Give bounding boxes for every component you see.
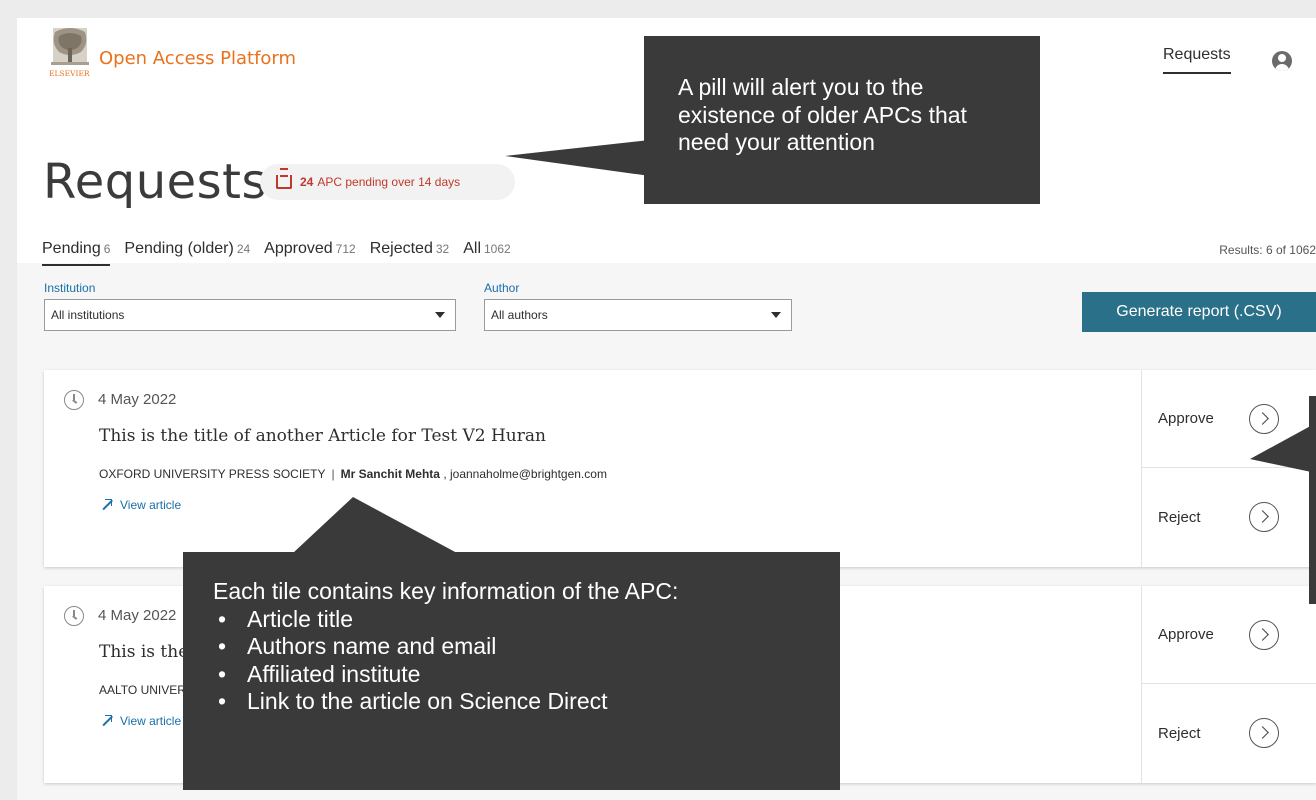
institution-select[interactable]: All institutions bbox=[44, 299, 456, 331]
author-name: Mr Sanchit Mehta bbox=[340, 467, 440, 481]
clock-icon bbox=[64, 606, 84, 626]
pill-callout-text: A pill will alert you to the existence o… bbox=[678, 74, 967, 156]
institution-filter: Institution All institutions bbox=[44, 281, 456, 331]
chevron-down-icon bbox=[771, 312, 781, 318]
author-value: All authors bbox=[491, 308, 548, 322]
pill-text: APC pending over 14 days bbox=[317, 175, 461, 189]
reject-label: Reject bbox=[1158, 724, 1201, 742]
request-date: 4 May 2022 bbox=[98, 391, 177, 408]
chevron-right-icon bbox=[1249, 619, 1279, 650]
view-article-link[interactable]: View article bbox=[100, 498, 181, 512]
clock-icon bbox=[64, 390, 84, 410]
request-tile: 4 May 2022 This is the title of another … bbox=[44, 370, 1316, 567]
user-avatar-icon[interactable] bbox=[1272, 51, 1292, 71]
approve-button[interactable]: Approve bbox=[1142, 586, 1316, 684]
callout-list-item: Link to the article on Science Direct bbox=[213, 688, 810, 716]
elsevier-logo[interactable]: ELSEVIER bbox=[45, 26, 95, 84]
tab-label: Approved bbox=[264, 240, 333, 257]
approve-label: Approve bbox=[1158, 626, 1214, 643]
external-link-icon bbox=[100, 499, 112, 511]
tab-count: 6 bbox=[103, 242, 111, 256]
tab-all[interactable]: All 1062 bbox=[463, 240, 510, 266]
chevron-right-icon bbox=[1249, 718, 1279, 748]
meta-separator: | bbox=[331, 467, 335, 481]
article-title: This is the title of another Article for… bbox=[99, 426, 546, 446]
tile-callout: Each tile contains key information of th… bbox=[183, 552, 840, 790]
view-article-label: View article bbox=[120, 714, 182, 728]
tab-count: 712 bbox=[335, 242, 356, 256]
pill-count: 24 bbox=[300, 175, 314, 189]
author-filter: Author All authors bbox=[484, 281, 792, 331]
pill-callout: A pill will alert you to the existence o… bbox=[644, 36, 1040, 204]
brand-name[interactable]: Open Access Platform bbox=[99, 48, 296, 69]
reject-button[interactable]: Reject bbox=[1142, 468, 1316, 566]
tab-count: 32 bbox=[435, 242, 450, 256]
tab-label: Rejected bbox=[369, 240, 433, 257]
logo-caption: ELSEVIER bbox=[49, 69, 90, 78]
tab-bar: Pending 6 Pending (older) 24 Approved 712 R… bbox=[42, 240, 511, 266]
tab-pending[interactable]: Pending 6 bbox=[42, 240, 111, 266]
callout-list-item: Authors name and email bbox=[213, 633, 810, 661]
chevron-right-icon bbox=[1249, 502, 1279, 532]
institution-label: Institution bbox=[44, 281, 96, 295]
view-article-label: View article bbox=[120, 498, 182, 512]
tile-meta: OXFORD UNIVERSITY PRESS SOCIETY | Mr Sanch… bbox=[99, 467, 607, 481]
tile-callout-list: Article title Authors name and email Aff… bbox=[213, 606, 810, 716]
view-article-link[interactable]: View article bbox=[100, 714, 181, 728]
external-link-icon bbox=[100, 715, 112, 727]
reject-label: Reject bbox=[1158, 508, 1201, 526]
tab-pending-older[interactable]: Pending (older) 24 bbox=[124, 240, 250, 266]
tile-actions: Approve Reject bbox=[1141, 586, 1316, 783]
tab-approved[interactable]: Approved 712 bbox=[264, 240, 356, 266]
results-count: Results: 6 of 1062 bbox=[1219, 243, 1316, 257]
tab-label: Pending (older) bbox=[124, 240, 234, 257]
pill-callout-tail bbox=[505, 140, 650, 176]
tree-logo-icon: ELSEVIER bbox=[49, 28, 90, 78]
institution-name: OXFORD UNIVERSITY PRESS SOCIETY bbox=[99, 467, 326, 481]
callout-list-item: Affiliated institute bbox=[213, 661, 810, 689]
tile-info: 4 May 2022 This is the title of another … bbox=[44, 370, 1141, 567]
author-select[interactable]: All authors bbox=[484, 299, 792, 331]
generate-report-button[interactable]: Generate report (.CSV) bbox=[1082, 292, 1316, 332]
tile-callout-intro: Each tile contains key information of th… bbox=[213, 578, 679, 604]
actions-callout bbox=[1309, 396, 1316, 604]
tab-rejected[interactable]: Rejected 32 bbox=[370, 240, 450, 266]
request-date: 4 May 2022 bbox=[98, 607, 177, 624]
approve-label: Approve bbox=[1158, 410, 1214, 427]
pending-older-pill[interactable]: 24 APC pending over 14 days bbox=[260, 164, 515, 200]
tray-icon bbox=[276, 168, 292, 189]
tab-count: 1062 bbox=[484, 242, 511, 256]
author-email: , joannaholme@brightgen.com bbox=[443, 467, 607, 481]
nav-requests-link[interactable]: Requests bbox=[1163, 46, 1231, 74]
institution-value: All institutions bbox=[51, 308, 125, 322]
chevron-down-icon bbox=[435, 312, 445, 318]
tab-label: Pending bbox=[42, 240, 101, 257]
tab-label: All bbox=[463, 240, 481, 257]
author-label: Author bbox=[484, 281, 520, 295]
tile-callout-tail bbox=[293, 497, 457, 553]
actions-callout-tail bbox=[1250, 423, 1316, 473]
tab-count: 24 bbox=[236, 242, 251, 256]
page-title: Requests bbox=[43, 154, 267, 210]
callout-list-item: Article title bbox=[213, 606, 810, 634]
reject-button[interactable]: Reject bbox=[1142, 684, 1316, 782]
